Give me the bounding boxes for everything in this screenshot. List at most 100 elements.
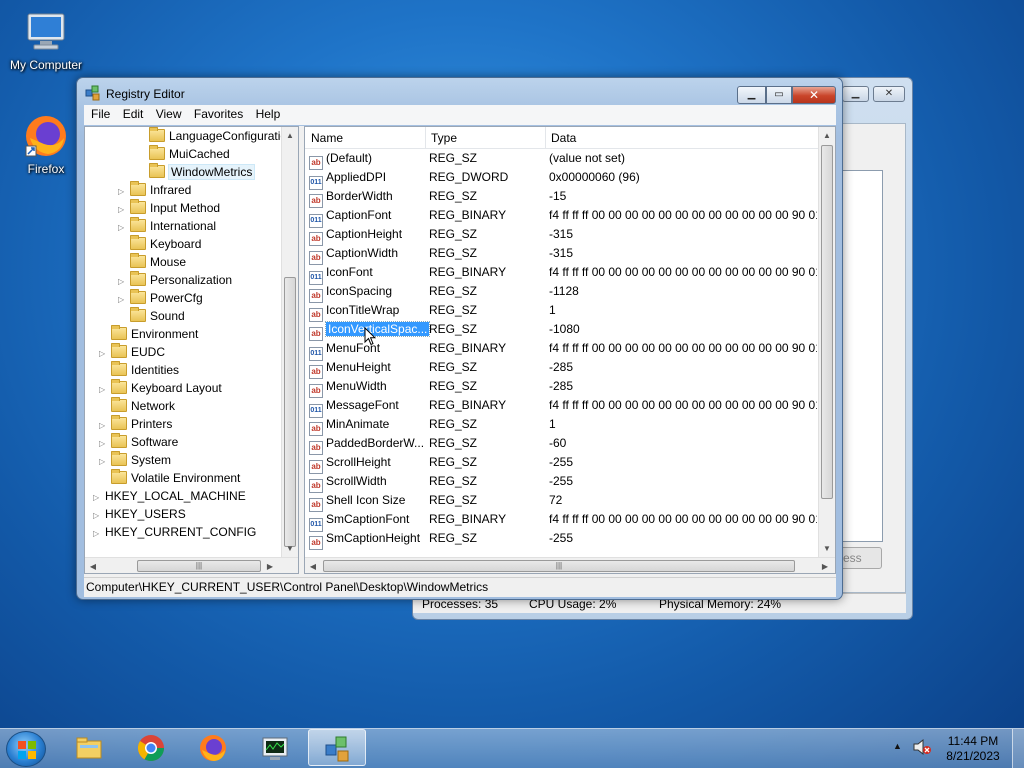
tree-item[interactable]: Mouse bbox=[118, 253, 186, 271]
scroll-right-arrow-icon[interactable]: ▶ bbox=[817, 558, 833, 573]
column-header-data[interactable]: Data bbox=[551, 131, 576, 145]
show-hidden-icons-icon[interactable]: ▲ bbox=[893, 741, 902, 751]
tree-item[interactable]: ▷ Printers bbox=[99, 415, 172, 433]
menu-view[interactable]: View bbox=[149, 105, 182, 121]
tree-item[interactable]: Network bbox=[99, 397, 175, 415]
close-button[interactable]: ✕ bbox=[873, 86, 905, 102]
taskbar-button-explorer[interactable] bbox=[60, 729, 118, 766]
scroll-right-arrow-icon[interactable]: ▶ bbox=[262, 558, 278, 573]
tree-item[interactable]: ▷ PowerCfg bbox=[118, 289, 203, 307]
menu-file[interactable]: File bbox=[84, 105, 110, 121]
value-name: MessageFont bbox=[326, 398, 399, 412]
tree-item[interactable]: ▷ Infrared bbox=[118, 181, 191, 199]
value-row[interactable]: 011 MessageFont REG_BINARY f4 ff ff ff 00 0… bbox=[305, 396, 820, 418]
scroll-left-arrow-icon[interactable]: ◀ bbox=[85, 558, 101, 573]
speaker-muted-icon[interactable] bbox=[912, 738, 932, 756]
tree-item[interactable]: ▷ International bbox=[118, 217, 216, 235]
value-row[interactable]: ab ScrollHeight REG_SZ -255 bbox=[305, 453, 820, 474]
scroll-down-arrow-icon[interactable]: ▼ bbox=[282, 540, 298, 557]
values-list[interactable]: Name Type Data ab (Default) REG_SZ (value n… bbox=[304, 126, 836, 574]
expand-arrow-icon[interactable]: ▷ bbox=[93, 525, 103, 543]
value-row[interactable]: 011 AppliedDPI REG_DWORD 0x00000060 (96) bbox=[305, 168, 820, 190]
menu-favorites[interactable]: Favorites bbox=[187, 105, 243, 121]
desktop-icon-my-computer[interactable]: My Computer bbox=[6, 8, 86, 72]
tree-item[interactable]: ▷ Personalization bbox=[118, 271, 232, 289]
value-row[interactable]: ab CaptionHeight REG_SZ -315 bbox=[305, 225, 820, 246]
column-header-type[interactable]: Type bbox=[431, 131, 457, 145]
tree-item[interactable]: ▷ Input Method bbox=[118, 199, 220, 217]
menu-edit[interactable]: Edit bbox=[116, 105, 144, 121]
start-button[interactable] bbox=[6, 731, 46, 767]
tree-item[interactable]: LanguageConfiguration bbox=[137, 127, 294, 145]
tree-horizontal-scrollbar[interactable]: ◀ ||| ▶ bbox=[85, 557, 298, 573]
value-row[interactable]: ab MenuWidth REG_SZ -285 bbox=[305, 377, 820, 398]
value-data: -285 bbox=[549, 379, 574, 393]
value-row[interactable]: ab CaptionWidth REG_SZ -315 bbox=[305, 244, 820, 265]
value-row[interactable]: ab BorderWidth REG_SZ -15 bbox=[305, 187, 820, 208]
scroll-thumb[interactable] bbox=[284, 277, 296, 547]
system-clock[interactable]: 11:44 PM 8/21/2023 bbox=[938, 734, 1008, 764]
value-row[interactable]: 011 SmCaptionFont REG_BINARY f4 ff ff ff 00… bbox=[305, 510, 820, 532]
value-row[interactable]: 011 CaptionFont REG_BINARY f4 ff ff ff 00 0… bbox=[305, 206, 820, 228]
minimize-button[interactable]: ▁ bbox=[737, 86, 766, 104]
value-row[interactable]: ab Shell Icon Size REG_SZ 72 bbox=[305, 491, 820, 512]
tree-item[interactable]: ▷ Software bbox=[99, 433, 178, 451]
tree-item[interactable]: ▷ System bbox=[99, 451, 171, 469]
value-row[interactable]: ab MenuHeight REG_SZ -285 bbox=[305, 358, 820, 379]
scroll-thumb[interactable] bbox=[821, 145, 833, 499]
value-row[interactable]: ab IconSpacing REG_SZ -1128 bbox=[305, 282, 820, 303]
value-row[interactable]: 011 MenuFont REG_BINARY f4 ff ff ff 00 00 0… bbox=[305, 339, 820, 361]
value-row[interactable]: ab SmCaptionHeight REG_SZ -255 bbox=[305, 529, 820, 550]
tree-item[interactable]: Keyboard bbox=[118, 235, 201, 253]
value-row[interactable]: ab PaddedBorderW... REG_SZ -60 bbox=[305, 434, 820, 455]
value-row[interactable]: ab IconVerticalSpac... REG_SZ -1080 bbox=[305, 320, 820, 341]
value-data: 72 bbox=[549, 493, 563, 507]
desktop-icon-firefox[interactable]: Firefox bbox=[6, 112, 86, 176]
scroll-up-arrow-icon[interactable]: ▲ bbox=[819, 127, 835, 144]
registry-tree[interactable]: LanguageConfiguration MuiCached WindowMetr… bbox=[84, 126, 299, 574]
tree-item[interactable]: ▷ HKEY_USERS bbox=[93, 505, 186, 523]
show-desktop-button[interactable] bbox=[1012, 729, 1024, 768]
tree-item[interactable]: Identities bbox=[99, 361, 179, 379]
tree-item[interactable]: ▷ HKEY_CURRENT_CONFIG bbox=[93, 523, 256, 541]
tree-item[interactable]: ▷ HKEY_LOCAL_MACHINE bbox=[93, 487, 246, 505]
registry-editor-window[interactable]: Registry Editor ▁ ▭ ✕ File Edit View Fav… bbox=[76, 77, 843, 600]
scroll-up-arrow-icon[interactable]: ▲ bbox=[282, 127, 298, 144]
folder-icon bbox=[111, 325, 127, 340]
tree-item[interactable]: MuiCached bbox=[137, 145, 230, 163]
list-horizontal-scrollbar[interactable]: ◀ ||| ▶ bbox=[305, 557, 835, 573]
minimize-button[interactable]: ▁ bbox=[842, 86, 869, 102]
tree-item[interactable]: WindowMetrics bbox=[137, 163, 256, 181]
maximize-button[interactable]: ▭ bbox=[766, 86, 792, 104]
taskbar-button-regedit[interactable] bbox=[308, 729, 366, 766]
tree-vertical-scrollbar[interactable]: ▲ ▼ bbox=[281, 127, 298, 557]
tree-item-label: Network bbox=[131, 399, 176, 413]
folder-icon bbox=[149, 127, 165, 142]
value-row[interactable]: ab IconTitleWrap REG_SZ 1 bbox=[305, 301, 820, 322]
value-row[interactable]: ab MinAnimate REG_SZ 1 bbox=[305, 415, 820, 436]
value-row[interactable]: ab ScrollWidth REG_SZ -255 bbox=[305, 472, 820, 493]
title-bar[interactable]: Registry Editor ▁ ▭ ✕ bbox=[77, 78, 842, 108]
scroll-thumb[interactable]: ||| bbox=[323, 560, 795, 572]
folder-icon bbox=[130, 307, 146, 322]
list-vertical-scrollbar[interactable]: ▲ ▼ bbox=[818, 127, 835, 557]
process-list[interactable] bbox=[843, 170, 883, 542]
scroll-left-arrow-icon[interactable]: ◀ bbox=[305, 558, 321, 573]
column-header-name[interactable]: Name bbox=[311, 131, 343, 145]
tree-item[interactable]: ▷ EUDC bbox=[99, 343, 165, 361]
taskbar-button-firefox[interactable] bbox=[184, 729, 242, 766]
tree-item[interactable]: Sound bbox=[118, 307, 185, 325]
tree-item[interactable]: ▷ Keyboard Layout bbox=[99, 379, 222, 397]
value-row[interactable]: 011 IconFont REG_BINARY f4 ff ff ff 00 00 0… bbox=[305, 263, 820, 285]
taskbar-button-chrome[interactable] bbox=[122, 729, 180, 766]
tree-item[interactable]: Environment bbox=[99, 325, 198, 343]
scroll-thumb[interactable]: ||| bbox=[137, 560, 261, 572]
value-data: (value not set) bbox=[549, 151, 626, 165]
tree-item[interactable]: Volatile Environment bbox=[99, 469, 240, 487]
menu-help[interactable]: Help bbox=[249, 105, 281, 121]
windows-logo-icon bbox=[18, 741, 36, 759]
scroll-down-arrow-icon[interactable]: ▼ bbox=[819, 540, 835, 557]
value-row[interactable]: ab (Default) REG_SZ (value not set) bbox=[305, 149, 820, 170]
close-button[interactable]: ✕ bbox=[792, 86, 836, 104]
taskbar-button-task-manager[interactable] bbox=[246, 729, 304, 766]
